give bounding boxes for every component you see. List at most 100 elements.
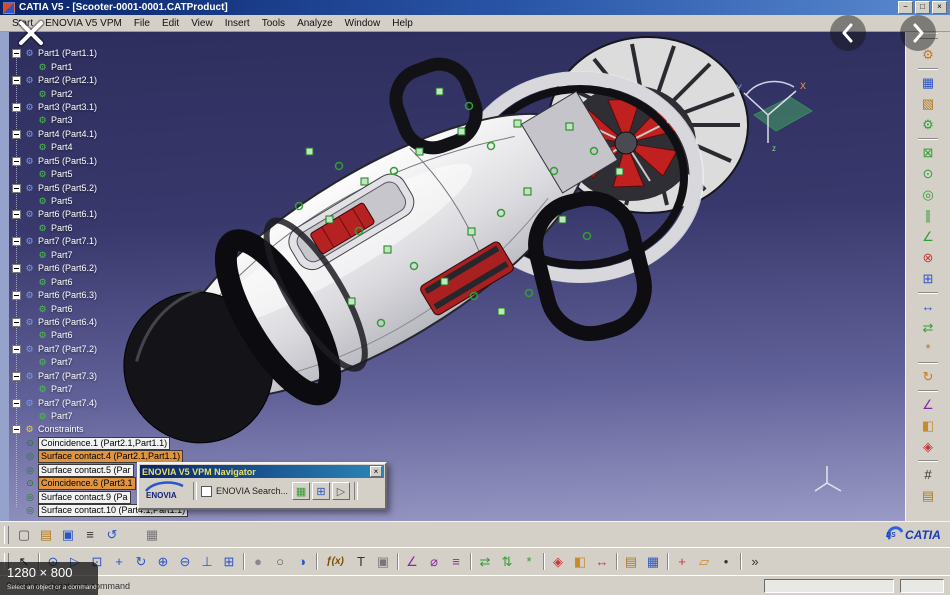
tree-node-label[interactable]: Part3 (Part3.1) [38,103,97,112]
capture-icon[interactable]: ▣ [372,551,394,572]
tree-node[interactable]: Part6 [12,222,188,235]
tree-node[interactable]: Part3 [12,114,188,127]
tree-node-label[interactable]: Part7 (Part7.1) [38,237,97,246]
close-button[interactable]: × [932,1,947,14]
menu-item[interactable]: Analyze [291,18,339,29]
tree-node-label[interactable]: Part6 (Part6.2) [38,264,97,273]
annotation-icon[interactable]: T [350,551,372,572]
viewport-3d[interactable]: Y X z Part1 (Part1.1) [9,31,905,521]
menu-item[interactable]: File [128,18,156,29]
tree-node-label[interactable]: Part7 [51,358,73,367]
tree-node-label[interactable]: Part4 [51,143,73,152]
manipulate-icon[interactable]: ↔ [918,296,939,317]
menu-item[interactable]: Edit [156,18,185,29]
tree-expander-icon[interactable] [12,318,21,327]
tree-expander-icon[interactable] [12,157,21,166]
plane-icon[interactable]: ▱ [693,551,715,572]
tree-node[interactable]: Part6 [12,275,188,288]
tree-node[interactable]: Part6 (Part6.3) [12,289,188,302]
constraint-node[interactable]: ⊙ Coincidence.1 (Part2.1,Part1.1) [12,437,188,450]
undo-icon[interactable]: ↺ [101,524,123,545]
wireframe-view-icon[interactable]: ○ [269,551,291,572]
dialog-title-bar[interactable]: ENOVIA V5 VPM Navigator × [140,465,384,478]
grid-icon[interactable]: ▦ [141,524,163,545]
tree-expander-icon[interactable] [12,372,21,381]
menu-item[interactable]: View [185,18,219,29]
tree-node[interactable]: Part6 [12,302,188,315]
tree-node-label[interactable]: Part5 [51,197,73,206]
tree-node[interactable]: Part5 [12,195,188,208]
tree-node[interactable]: Part7 [12,383,188,396]
measure-icon[interactable]: ∠ [918,394,939,415]
tree-node-label[interactable]: Part6 [51,278,73,287]
save-icon[interactable]: ▣ [57,524,79,545]
measure-item-icon[interactable]: ⌀ [423,551,445,572]
tree-node[interactable]: Part4 (Part4.1) [12,128,188,141]
tree-node-label[interactable]: Part6 (Part6.3) [38,291,97,300]
formula-icon[interactable]: ƒ(x) [320,551,350,572]
menu-item[interactable]: Tools [256,18,291,29]
tree-expander-icon[interactable] [12,399,21,408]
sectioning-icon[interactable]: ◧ [918,415,939,436]
tree-node[interactable]: Part7 (Part7.3) [12,370,188,383]
power-input-field[interactable] [764,579,894,593]
constraint-label[interactable]: Surface contact.9 (Pa [38,491,131,504]
tree-node-label[interactable]: Part6 (Part6.1) [38,210,97,219]
overlay-next-button[interactable] [900,15,936,51]
angle-constraint-icon[interactable]: ∠ [918,226,939,247]
numbering-icon[interactable]: # [918,464,939,485]
tree-expander-icon[interactable] [12,103,21,112]
component-icon[interactable]: ▧ [918,93,939,114]
sectioning-icon[interactable]: ◧ [569,551,591,572]
tree-node[interactable]: Part7 (Part7.4) [12,396,188,409]
tree-node[interactable]: Part6 (Part6.4) [12,316,188,329]
tree-expander-icon[interactable] [12,425,21,434]
explode-icon[interactable]: * [518,551,540,572]
menu-item[interactable]: Insert [219,18,256,29]
contact-constraint-icon[interactable]: ◎ [918,184,939,205]
tree-node[interactable]: Part5 [12,168,188,181]
design-table-icon[interactable]: ▦ [642,551,664,572]
tree-node[interactable]: Part1 [12,60,188,73]
tree-node[interactable]: Part3 (Part3.1) [12,101,188,114]
tree-expander-icon[interactable] [12,130,21,139]
smart-move-icon[interactable]: ⇅ [496,551,518,572]
tree-node-label[interactable]: Part3 [51,116,73,125]
constraint-label[interactable]: Coincidence.1 (Part2.1,Part1.1) [38,437,170,450]
tree-expander-icon[interactable] [12,184,21,193]
tree-node-label[interactable]: Part2 (Part2.1) [38,76,97,85]
tree-node-label[interactable]: Part6 [51,224,73,233]
fix-constraint-icon[interactable]: ⊗ [918,247,939,268]
tree-node[interactable]: Part7 (Part7.2) [12,343,188,356]
tree-node-label[interactable]: Part5 (Part5.1) [38,157,97,166]
tree-node[interactable]: Part2 (Part2.1) [12,74,188,87]
maximize-button[interactable]: □ [915,1,930,14]
dialog-close-button[interactable]: × [370,466,382,477]
constraint-label[interactable]: Surface contact.5 (Par [38,464,134,477]
toolbar-drag-handle[interactable] [4,526,9,544]
tree-expander-icon[interactable] [12,210,21,219]
tree-node-label[interactable]: Part6 [51,331,73,340]
tree-expander-icon[interactable] [12,237,21,246]
snap-icon[interactable]: ⇄ [918,317,939,338]
tree-expander-icon[interactable] [12,345,21,354]
tree-node-constraints[interactable]: Constraints [12,423,188,436]
axis-system-icon[interactable]: + [671,551,693,572]
search-scope-checkbox[interactable] [201,486,212,497]
translate-icon[interactable]: ⇄ [474,551,496,572]
point-icon[interactable]: • [715,551,737,572]
normal-view-icon[interactable]: ⊥ [196,551,218,572]
rotate-icon[interactable]: ↻ [130,551,152,572]
tree-node[interactable]: Part7 [12,356,188,369]
tree-expander-icon[interactable] [12,291,21,300]
update-icon[interactable]: ↻ [918,366,939,387]
coincidence-constraint-icon[interactable]: ⊙ [918,163,939,184]
new-document-icon[interactable]: ▢ [13,524,35,545]
scooter-model[interactable]: Y X z [89,37,841,491]
tree-node-label[interactable]: Part6 (Part6.4) [38,318,97,327]
tree-node[interactable]: Part7 [12,410,188,423]
zoom-out-icon[interactable]: ⊖ [174,551,196,572]
tree-node[interactable]: Part6 (Part6.1) [12,208,188,221]
measure-between-icon[interactable]: ∠ [401,551,423,572]
menu-item[interactable]: ENOVIA V5 VPM [39,18,128,29]
